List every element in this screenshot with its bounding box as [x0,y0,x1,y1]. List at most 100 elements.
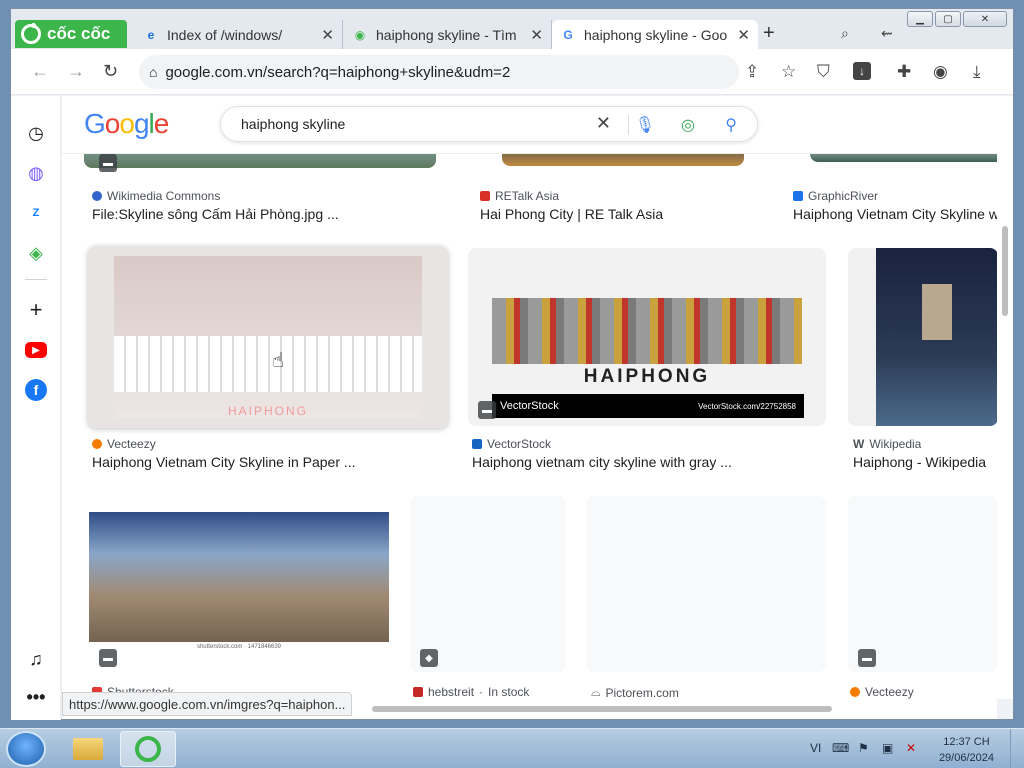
coccoc-icon [135,736,161,762]
vecteezy-icon [850,687,860,697]
close-tab-icon[interactable]: ✕ [530,26,543,44]
tab-index-windows[interactable]: e Index of /windows/ ✕ [135,20,343,49]
sidebar-divider [25,279,47,280]
result-title[interactable]: Haiphong vietnam city skyline with gray … [472,454,812,470]
window-controls: ▁ ▢ ✕ [907,11,1007,27]
zalo-icon[interactable]: Z [25,202,47,224]
minimize-button[interactable]: ▁ [907,11,933,27]
coccoc-icon: ◉ [354,27,366,42]
maximize-button[interactable]: ▢ [935,11,961,27]
notification-bell-icon[interactable]: ♫ [25,648,47,670]
wikipedia-icon: W [853,437,865,451]
result-title[interactable]: Haiphong Vietnam City Skyline in Paper .… [92,454,452,470]
search-query: haiphong skyline [241,116,346,132]
back-button[interactable]: ← [31,61,49,82]
result-image-placeholder[interactable] [848,496,997,672]
youtube-icon[interactable]: ▶ [25,342,47,358]
result-source[interactable]: Wikimedia Commons [92,189,220,203]
flag-icon[interactable]: ⚑ [858,741,869,755]
result-source[interactable]: hebstreit · In stock [413,685,529,699]
volume-muted-icon[interactable]: ✕ [906,741,916,755]
result-title[interactable]: Haiphong Vietnam City Skyline wi [793,206,997,222]
downloads-icon[interactable]: ⤓ [973,62,981,82]
folder-icon [73,738,103,760]
vertical-scrollbar[interactable] [997,96,1013,699]
tab-strip: cốc cốc e Index of /windows/ ✕ ◉ haiphon… [11,9,1013,49]
paper-art: HAIPHONG [114,256,422,418]
address-text: google.com.vn/search?q=haiphong+skyline&… [165,63,511,81]
language-indicator[interactable]: VI [810,741,821,755]
result-source[interactable]: GraphicRiver [793,189,878,203]
tab-title: haiphong skyline - Tìm [376,26,517,43]
keyboard-icon[interactable]: ⌨ [832,741,849,755]
brand-label: cốc cốc [47,24,111,43]
result-source[interactable]: Vecteezy [850,685,914,699]
facebook-icon[interactable]: f [25,379,47,401]
clear-search-icon[interactable]: ✕ [596,113,611,134]
stock-status: In stock [488,685,530,699]
close-tab-icon[interactable]: ✕ [321,26,334,44]
image-badge-icon: ▬ [99,649,117,667]
result-source[interactable]: W Wikipedia [853,437,921,451]
start-button[interactable] [6,731,46,767]
tab-google-search[interactable]: G haiphong skyline - Goo ✕ [552,20,758,49]
game-controller-icon[interactable]: ◈ [25,242,47,264]
result-title[interactable]: File:Skyline sông Cấm Hải Phòng.jpg ... [92,206,452,222]
new-tab-button[interactable]: + [763,22,775,45]
tab-search-icon[interactable]: ⌕ [841,25,849,42]
coccoc-taskbar-button[interactable] [120,731,176,767]
result-image-aerial[interactable]: shutterstock.com · 1471846639 [89,512,389,652]
wikimedia-icon [92,191,102,201]
result-source[interactable]: RETalk Asia [480,189,559,203]
address-bar[interactable]: ⌂ google.com.vn/search?q=haiphong+skylin… [139,55,739,89]
tower-shape [922,284,952,340]
result-image-placeholder[interactable] [586,496,826,672]
messenger-icon[interactable]: ◍ [25,162,47,184]
result-image-placeholder[interactable] [410,496,566,672]
tab-coccoc-search[interactable]: ◉ haiphong skyline - Tìm ✕ [344,20,552,49]
graphicriver-icon [793,191,803,201]
share-icon[interactable]: ⇪ [745,62,759,82]
search-box[interactable]: haiphong skyline ✕ 🎙 ◎ ⚲ [220,106,758,142]
bookmark-star-icon[interactable]: ☆ [781,62,796,82]
result-title[interactable]: Haiphong - Wikipedia [853,454,997,470]
google-logo[interactable]: Google [84,108,169,140]
tab-back-icon[interactable]: ⇜ [881,25,893,42]
result-image-vector-skyline[interactable]: HAIPHONG VectorStock VectorStock.com/227… [468,248,826,426]
explorer-taskbar-button[interactable] [60,731,116,767]
google-lens-icon[interactable]: ◎ [681,115,695,135]
search-icon[interactable]: ⚲ [725,115,737,135]
history-icon[interactable]: ◷ [25,122,47,144]
result-image-paper-skyline[interactable]: HAIPHONG [88,246,448,428]
close-window-button[interactable]: ✕ [963,11,1007,27]
skyline-shape [114,336,422,392]
result-source[interactable]: ⌓ Pictorem.com [591,685,679,699]
image-text: HAIPHONG [583,366,711,387]
download-video-icon[interactable]: ↓ [853,62,871,80]
result-source[interactable]: Vecteezy [92,437,156,451]
forward-button[interactable]: → [67,61,85,82]
scrollbar-thumb[interactable] [1002,226,1008,316]
add-icon[interactable]: + [25,297,47,322]
search-divider [628,115,629,135]
coccoc-menu-button[interactable]: cốc cốc [15,20,127,48]
microphone-icon[interactable]: 🎙 [635,115,655,135]
show-desktop-button[interactable] [1010,729,1024,768]
hand-cursor-icon: ☝ [272,350,285,372]
reload-button[interactable]: ↻ [103,61,118,82]
status-url-tooltip: https://www.google.com.vn/imgres?q=haiph… [62,692,353,716]
extensions-icon[interactable]: ✚ [897,62,911,82]
result-image-wikipedia[interactable] [848,248,997,426]
site-info-icon[interactable]: ⌂ [149,64,157,80]
google-header: Google haiphong skyline ✕ 🎙 ◎ ⚲ [62,96,997,154]
close-tab-icon[interactable]: ✕ [737,26,750,44]
vectorstock-icon [472,439,482,449]
profile-icon[interactable]: ◉ [933,62,948,82]
scrollbar-thumb[interactable] [372,706,832,712]
result-source[interactable]: VectorStock [472,437,551,451]
more-icon[interactable]: ••• [25,686,47,708]
result-title[interactable]: Hai Phong City | RE Talk Asia [480,206,780,222]
clock[interactable]: 12:37 CH 29/06/2024 [939,734,994,766]
shield-icon[interactable]: ⛉ [817,62,830,82]
network-icon[interactable]: ▣ [882,741,893,755]
